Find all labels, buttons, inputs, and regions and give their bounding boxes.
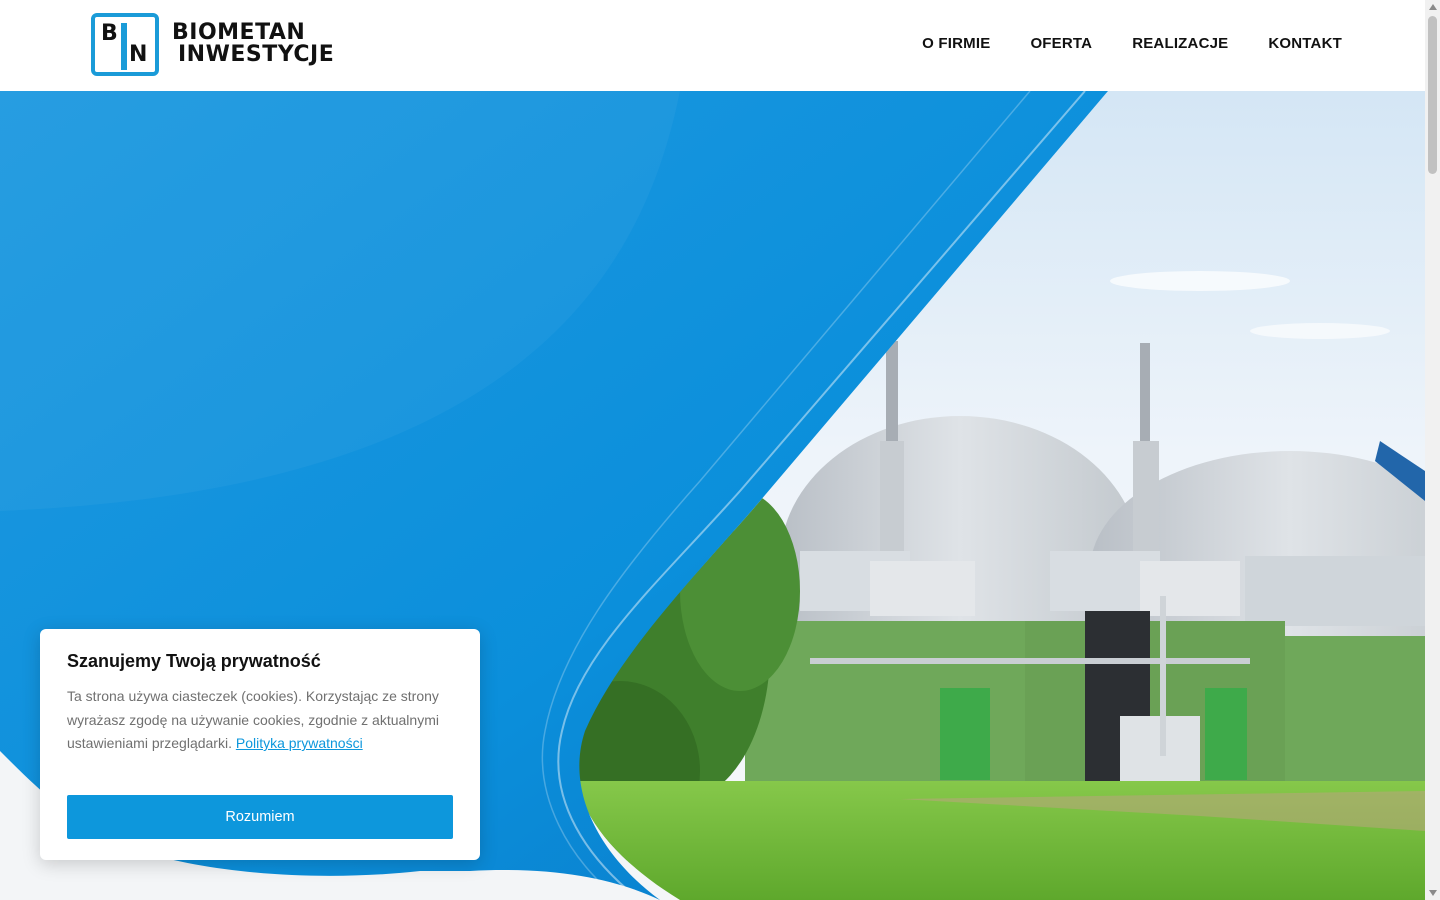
page-scrollbar[interactable]	[1425, 0, 1440, 900]
privacy-policy-link[interactable]: Polityka prywatności	[236, 735, 363, 751]
nav-o-firmie[interactable]: O FIRMIE	[922, 35, 990, 52]
logo[interactable]: B N BIOMETAN INWESTYCJE	[90, 12, 370, 78]
site-header: B N BIOMETAN INWESTYCJE O FIRMIE OFERTA …	[0, 0, 1425, 91]
logo-line-2: INWESTYCJE	[178, 42, 335, 67]
logo-mark-icon: B N	[91, 13, 159, 76]
logo-wordmark: BIOMETAN INWESTYCJE	[172, 22, 334, 66]
nav-realizacje[interactable]: REALIZACJE	[1132, 35, 1228, 52]
cookie-title: Szanujemy Twoją prywatność	[67, 651, 321, 671]
logo-letter-n: N	[129, 42, 148, 67]
cookie-notice: Szanujemy Twoją prywatność Ta strona uży…	[40, 629, 480, 860]
nav-kontakt[interactable]: KONTAKT	[1268, 35, 1342, 52]
scroll-thumb[interactable]	[1428, 16, 1437, 174]
accept-cookies-button[interactable]: Rozumiem	[67, 795, 453, 839]
nav-oferta[interactable]: OFERTA	[1030, 35, 1092, 52]
logo-line-1: BIOMETAN	[172, 20, 306, 45]
logo-letter-b: B	[101, 21, 118, 46]
main-nav: O FIRMIE OFERTA REALIZACJE KONTAKT	[922, 35, 1342, 52]
cookie-text: Ta strona używa ciasteczek (cookies). Ko…	[67, 685, 457, 756]
scroll-down-arrow-icon[interactable]	[1429, 890, 1437, 896]
scroll-up-arrow-icon[interactable]	[1429, 4, 1437, 10]
